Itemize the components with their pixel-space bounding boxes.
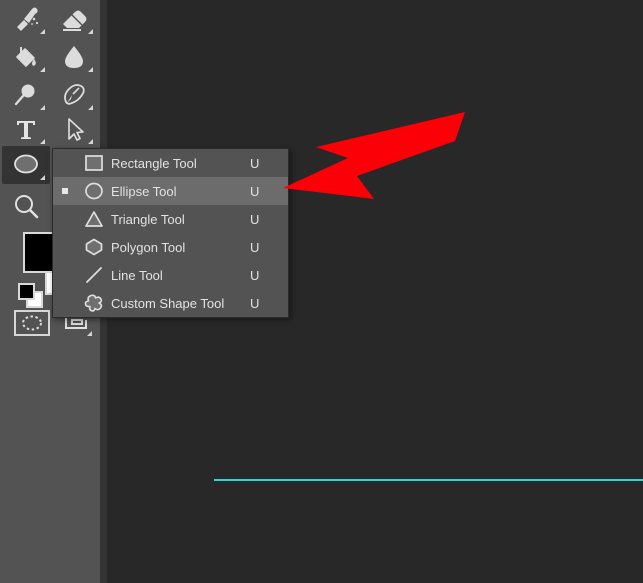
- selected-marker-icon: [62, 188, 68, 194]
- menu-item-shortcut: U: [250, 155, 260, 171]
- menu-item-label: Triangle Tool: [111, 211, 185, 227]
- blur-tool[interactable]: [50, 38, 98, 76]
- zoom-tool[interactable]: [2, 188, 50, 226]
- flyout-indicator-icon: [88, 29, 93, 34]
- menu-item-polygon-tool[interactable]: Polygon Tool U: [53, 233, 288, 261]
- gradient-tool[interactable]: [2, 38, 50, 76]
- custom-shape-icon: [77, 293, 111, 313]
- default-colors-fg-icon[interactable]: [18, 283, 35, 300]
- menu-item-custom-shape-tool[interactable]: Custom Shape Tool U: [53, 289, 288, 317]
- menu-item-ellipse-tool[interactable]: Ellipse Tool U: [53, 177, 288, 205]
- flyout-indicator-icon: [88, 67, 93, 72]
- eraser-tool[interactable]: [50, 0, 98, 38]
- path-selection-tool[interactable]: [50, 110, 98, 148]
- flyout-indicator-icon: [40, 175, 45, 180]
- menu-item-line-tool[interactable]: Line Tool U: [53, 261, 288, 289]
- pen-tool[interactable]: [50, 76, 98, 114]
- photoshop-window: Rectangle Tool U Ellipse Tool U Triangle…: [0, 0, 643, 583]
- menu-item-label: Line Tool: [111, 267, 163, 283]
- flyout-indicator-icon: [88, 139, 93, 144]
- menu-item-shortcut: U: [250, 183, 260, 199]
- shape-tool[interactable]: [2, 146, 50, 184]
- menu-item-shortcut: U: [250, 267, 260, 283]
- menu-item-triangle-tool[interactable]: Triangle Tool U: [53, 205, 288, 233]
- shape-tool-flyout: Rectangle Tool U Ellipse Tool U Triangle…: [52, 148, 289, 318]
- menu-item-shortcut: U: [250, 211, 260, 227]
- menu-item-label: Rectangle Tool: [111, 155, 197, 171]
- brush-tool[interactable]: [2, 0, 50, 38]
- polygon-icon: [77, 237, 111, 257]
- ellipse-icon: [77, 181, 111, 201]
- menu-item-label: Polygon Tool: [111, 239, 186, 255]
- rectangle-icon: [77, 153, 111, 173]
- dodge-tool[interactable]: [2, 76, 50, 114]
- line-icon: [77, 265, 111, 285]
- flyout-indicator-icon: [40, 139, 45, 144]
- magnifier-icon: [2, 188, 50, 226]
- menu-item-shortcut: U: [250, 239, 260, 255]
- horizontal-guide: [214, 479, 643, 481]
- menu-item-shortcut: U: [250, 295, 260, 311]
- menu-item-label: Custom Shape Tool: [111, 295, 225, 311]
- flyout-indicator-icon: [40, 29, 45, 34]
- flyout-indicator-icon: [87, 331, 92, 336]
- triangle-icon: [77, 209, 111, 229]
- bullet-slot: [53, 188, 77, 194]
- menu-item-rectangle-tool[interactable]: Rectangle Tool U: [53, 149, 288, 177]
- type-tool[interactable]: [2, 110, 50, 148]
- menu-item-label: Ellipse Tool: [111, 183, 177, 199]
- flyout-indicator-icon: [40, 67, 45, 72]
- quick-mask-button[interactable]: [14, 310, 50, 336]
